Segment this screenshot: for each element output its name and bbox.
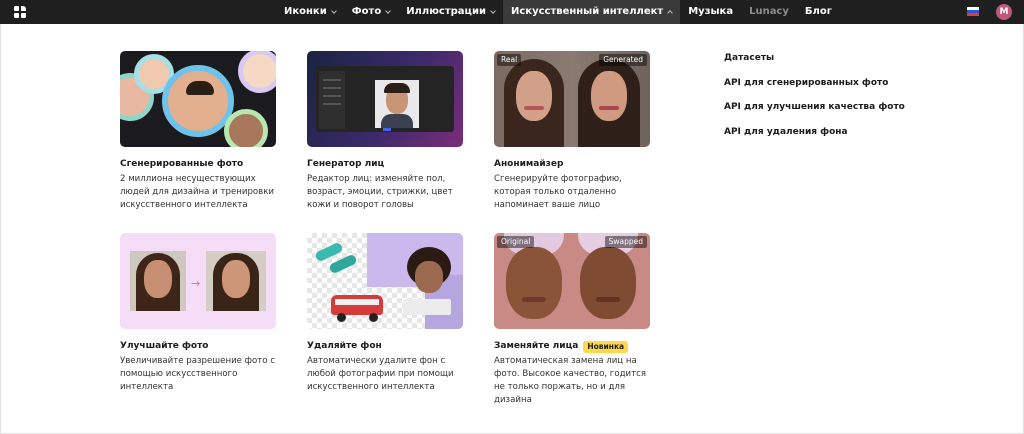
chevron-down-icon	[385, 7, 392, 14]
new-badge: Новинка	[583, 340, 629, 353]
nav-item-label: Lunacy	[749, 6, 789, 17]
card-description: Автоматически удалите фон с любой фотогр…	[307, 356, 454, 392]
card-generated-photos[interactable]: Сгенерированные фото 2 миллиона несущест…	[120, 51, 280, 212]
top-navigation-bar: Иконки Фото Иллюстрации Искусственный ин…	[0, 0, 1024, 24]
remove-background-image	[307, 233, 463, 329]
nav-item-illustrations[interactable]: Иллюстрации	[398, 0, 503, 24]
nav-item-lunacy[interactable]: Lunacy	[741, 0, 797, 24]
user-avatar[interactable]: M	[996, 4, 1012, 20]
card-title: Генератор лиц	[307, 159, 385, 169]
card-description: Редактор лиц: изменяйте пол, возраст, эм…	[307, 174, 453, 210]
chevron-up-icon	[667, 10, 674, 16]
main-nav: Иконки Фото Иллюстрации Искусственный ин…	[276, 0, 840, 24]
anonymizer-image: Real Generated	[494, 51, 650, 147]
nav-item-label: Иконки	[284, 6, 327, 17]
nav-item-label: Искусственный интеллект	[510, 6, 664, 17]
nav-item-music[interactable]: Музыка	[680, 0, 741, 24]
generated-photos-image	[120, 51, 276, 147]
real-tag: Real	[497, 54, 522, 66]
card-title: Улучшайте фото	[120, 341, 209, 351]
card-title: Анонимайзер	[494, 159, 564, 169]
original-tag: Original	[497, 236, 535, 248]
nav-item-label: Блог	[804, 6, 832, 17]
chevron-down-icon	[330, 7, 337, 14]
card-title-row: Заменяйте лица Новинка	[494, 340, 654, 353]
russian-flag-icon[interactable]	[967, 7, 979, 16]
card-face-swap[interactable]: Original Swapped Заменяйте лица Новинка …	[494, 233, 654, 407]
link-api-upscale[interactable]: API для улучшения качества фото	[724, 101, 905, 114]
nav-item-label: Фото	[351, 6, 382, 17]
link-api-remove-background[interactable]: API для удаления фона	[724, 126, 905, 139]
card-description: Увеличивайте разрешение фото с помощью и…	[120, 356, 276, 392]
nav-item-blog[interactable]: Блог	[797, 0, 840, 24]
card-title: Удаляйте фон	[307, 341, 382, 351]
nav-item-ai[interactable]: Искусственный интеллект	[502, 0, 681, 24]
nav-item-photos[interactable]: Фото	[344, 0, 398, 24]
card-description: Сгенерируйте фотографию, которая только …	[494, 174, 622, 210]
swapped-tag: Swapped	[604, 236, 647, 248]
card-upscale[interactable]: → Улучшайте фото Увеличивайте разрешение…	[120, 233, 280, 394]
card-remove-background[interactable]: Удаляйте фон Автоматически удалите фон с…	[307, 233, 467, 394]
nav-item-label: Иллюстрации	[406, 6, 486, 17]
icons8-logo-icon[interactable]	[14, 6, 26, 18]
card-description: 2 миллиона несуществующих людей для диза…	[120, 174, 274, 210]
arrow-right-icon: →	[191, 277, 201, 290]
face-swap-image: Original Swapped	[494, 233, 650, 329]
nav-item-label: Музыка	[688, 6, 734, 17]
upscale-image: →	[120, 233, 276, 329]
face-generator-image	[307, 51, 463, 147]
link-api-generated-photos[interactable]: API для сгенерированных фото	[724, 77, 905, 90]
card-title: Сгенерированные фото	[120, 159, 244, 169]
chevron-down-icon	[490, 7, 496, 14]
card-title: Заменяйте лица	[494, 341, 579, 351]
card-face-generator[interactable]: Генератор лиц Редактор лиц: изменяйте по…	[307, 51, 467, 212]
ai-side-links: Датасеты API для сгенерированных фото AP…	[724, 52, 905, 150]
card-anonymizer[interactable]: Real Generated Анонимайзер Сгенерируйте …	[494, 51, 654, 212]
card-description: Автоматическая замена лиц на фото. Высок…	[494, 356, 647, 405]
nav-item-icons[interactable]: Иконки	[276, 0, 344, 24]
link-datasets[interactable]: Датасеты	[724, 52, 905, 65]
generated-tag: Generated	[599, 54, 647, 66]
